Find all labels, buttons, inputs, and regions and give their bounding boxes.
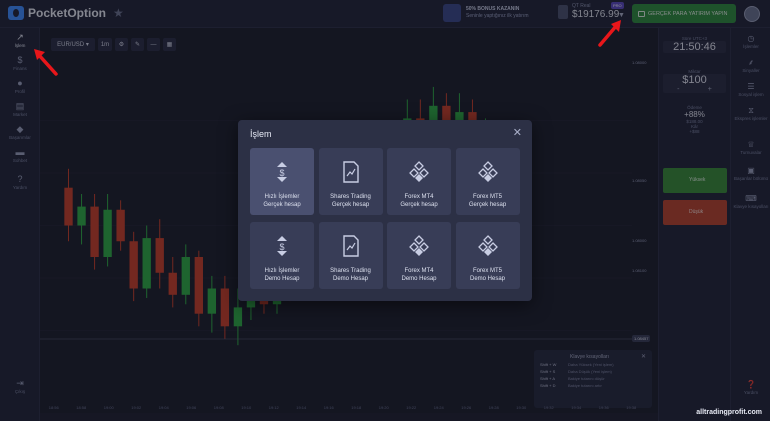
modal-title: İşlem <box>250 129 272 139</box>
mode-card-subtitle: Demo Hesap <box>332 276 368 282</box>
mode-card-label: Hızlı İşlemler Gerçek hesap <box>250 193 314 209</box>
mode-card-subtitle: Gerçek hesap <box>400 202 438 208</box>
svg-text:$: $ <box>279 168 284 178</box>
mode-card-subtitle: Gerçek hesap <box>331 202 370 208</box>
mode-card-title: Shares Trading <box>330 268 371 274</box>
mode-card-subtitle: Gerçek hesap <box>263 202 301 208</box>
mode-card-label: Forex MT4 Demo Hesap <box>387 267 451 283</box>
mode-card-label: Forex MT5 Gerçek hesap <box>456 193 520 209</box>
mode-card-title: Hızlı İşlemler <box>264 268 300 274</box>
close-icon[interactable]: ✕ <box>513 126 522 139</box>
mode-card-label: Shares Trading Demo Hesap <box>319 267 383 283</box>
mode-card-shares-trading-real[interactable]: Shares Trading Gerçek hesap <box>318 148 383 215</box>
mode-card-title: Forex MT5 <box>472 268 502 274</box>
mode-card-forex-mt4-demo[interactable]: Forex MT4 Demo Hesap <box>387 222 451 289</box>
mode-card-title: Hızlı İşlemler <box>264 194 300 200</box>
mode-card-fast-trades-demo[interactable]: $ Hızlı İşlemler Demo Hesap <box>250 222 314 289</box>
mode-card-label: Hızlı İşlemler Demo Hesap <box>250 267 314 283</box>
mode-card-forex-mt4-real[interactable]: Forex MT4 Gerçek hesap <box>387 148 451 215</box>
mode-card-title: Forex MT5 <box>472 194 502 200</box>
annotation-arrow-left <box>34 49 58 76</box>
mode-card-subtitle: Gerçek hesap <box>468 202 507 208</box>
mode-card-fast-trades-real[interactable]: $ Hızlı İşlemler Gerçek hesap <box>250 148 314 215</box>
mode-card-title: Forex MT4 <box>404 194 434 200</box>
mode-card-label: Forex MT5 Demo Hesap <box>456 267 520 283</box>
mode-card-forex-mt5-demo[interactable]: Forex MT5 Demo Hesap <box>455 222 520 289</box>
mode-card-subtitle: Demo Hesap <box>469 276 505 282</box>
mode-card-label: Forex MT4 Gerçek hesap <box>387 193 451 209</box>
mode-card-shares-trading-demo[interactable]: Shares Trading Demo Hesap <box>318 222 383 289</box>
mode-card-subtitle: Demo Hesap <box>401 276 437 282</box>
mode-card-label: Shares Trading Gerçek hesap <box>319 193 383 209</box>
mode-card-title: Forex MT4 <box>404 268 434 274</box>
mode-card-forex-mt5-real[interactable]: Forex MT5 Gerçek hesap <box>455 148 520 215</box>
mode-card-title: Shares Trading <box>330 194 371 200</box>
svg-text:$: $ <box>279 242 284 252</box>
watermark: alltradingprofit.com <box>696 409 762 416</box>
mode-card-subtitle: Demo Hesap <box>264 276 300 282</box>
annotation-arrow-right <box>598 20 621 47</box>
trading-app: PocketOption ★ 50% BONUS KAZANIN Seninle… <box>0 0 770 421</box>
trading-mode-modal: İşlem ✕ $ Hızlı İşlemler Gerçek hesap Share… <box>238 120 532 301</box>
